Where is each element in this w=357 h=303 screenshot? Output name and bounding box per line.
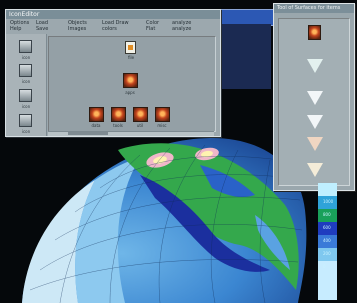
app-icon[interactable] — [155, 107, 170, 122]
icon-rail: icon icon icon icon — [6, 34, 47, 136]
contour-tool-icon[interactable] — [307, 115, 323, 129]
lighting-tool-icon[interactable] — [307, 163, 323, 177]
legend-tick-label: 1000 — [323, 199, 334, 204]
menu-item[interactable]: Images — [68, 26, 87, 32]
menu-bar: Options Help Load Save Objects Images Lo… — [6, 19, 220, 34]
legend-tick-label: 600 — [323, 225, 331, 230]
shading-tool-icon[interactable] — [307, 59, 323, 73]
device-icon[interactable] — [19, 89, 32, 102]
menu-group[interactable]: Load Save — [36, 20, 48, 32]
legend-tick-label: 200 — [323, 251, 331, 256]
color-scale-legend: 1000 800 600 400 200 0 — [318, 183, 354, 300]
menu-item[interactable]: Flat — [146, 26, 159, 32]
rail-caption: icon — [21, 129, 31, 134]
menu-item[interactable]: analyze — [172, 26, 191, 32]
icon-canvas[interactable]: file apps data tools util misc — [48, 36, 216, 132]
app-icon[interactable] — [123, 73, 138, 88]
legend-tick-label: 800 — [323, 212, 331, 217]
background-panel — [219, 24, 271, 89]
app-icon[interactable] — [133, 107, 148, 122]
menu-group[interactable]: analyze analyze — [172, 20, 191, 32]
window-title[interactable]: IconEditor — [6, 10, 220, 19]
menu-item[interactable]: colors — [102, 26, 129, 32]
horizontal-scrollbar[interactable] — [48, 131, 214, 136]
scrollbar-thumb[interactable] — [68, 132, 108, 135]
icon-caption: misc — [157, 123, 167, 128]
palette-body — [278, 18, 350, 186]
icon-editor-window[interactable]: IconEditor Options Help Load Save Object… — [5, 9, 221, 137]
device-icon[interactable] — [19, 64, 32, 77]
menu-group[interactable]: Load Draw colors — [102, 20, 129, 32]
legend-swatch — [318, 261, 337, 300]
icon-caption: apps — [125, 90, 135, 95]
surface-tool-palette[interactable]: Tool of Surfaces for items — [273, 3, 355, 191]
legend-tick-label: 400 — [323, 238, 331, 243]
rail-caption: icon — [21, 104, 31, 109]
menu-group[interactable]: Color Flat — [146, 20, 159, 32]
icon-caption: file — [127, 55, 135, 60]
texture-tool-icon[interactable] — [307, 137, 323, 151]
palette-title[interactable]: Tool of Surfaces for items — [274, 4, 354, 13]
app-icon[interactable] — [89, 107, 104, 122]
menu-item[interactable]: Save — [36, 26, 48, 32]
device-icon[interactable] — [19, 114, 32, 127]
wireframe-tool-icon[interactable] — [307, 91, 323, 105]
device-icon[interactable] — [19, 40, 32, 53]
document-icon[interactable] — [125, 41, 136, 54]
rail-caption: icon — [21, 55, 31, 60]
app-icon[interactable] — [111, 107, 126, 122]
rail-caption: icon — [21, 79, 31, 84]
surface-tool-icon[interactable] — [308, 25, 321, 40]
legend-tick-label: 0 — [323, 264, 326, 269]
menu-item[interactable]: Help — [10, 26, 29, 32]
menu-group[interactable]: Options Help — [10, 20, 29, 32]
menu-group[interactable]: Objects Images — [68, 20, 87, 32]
legend-swatch — [318, 183, 337, 196]
